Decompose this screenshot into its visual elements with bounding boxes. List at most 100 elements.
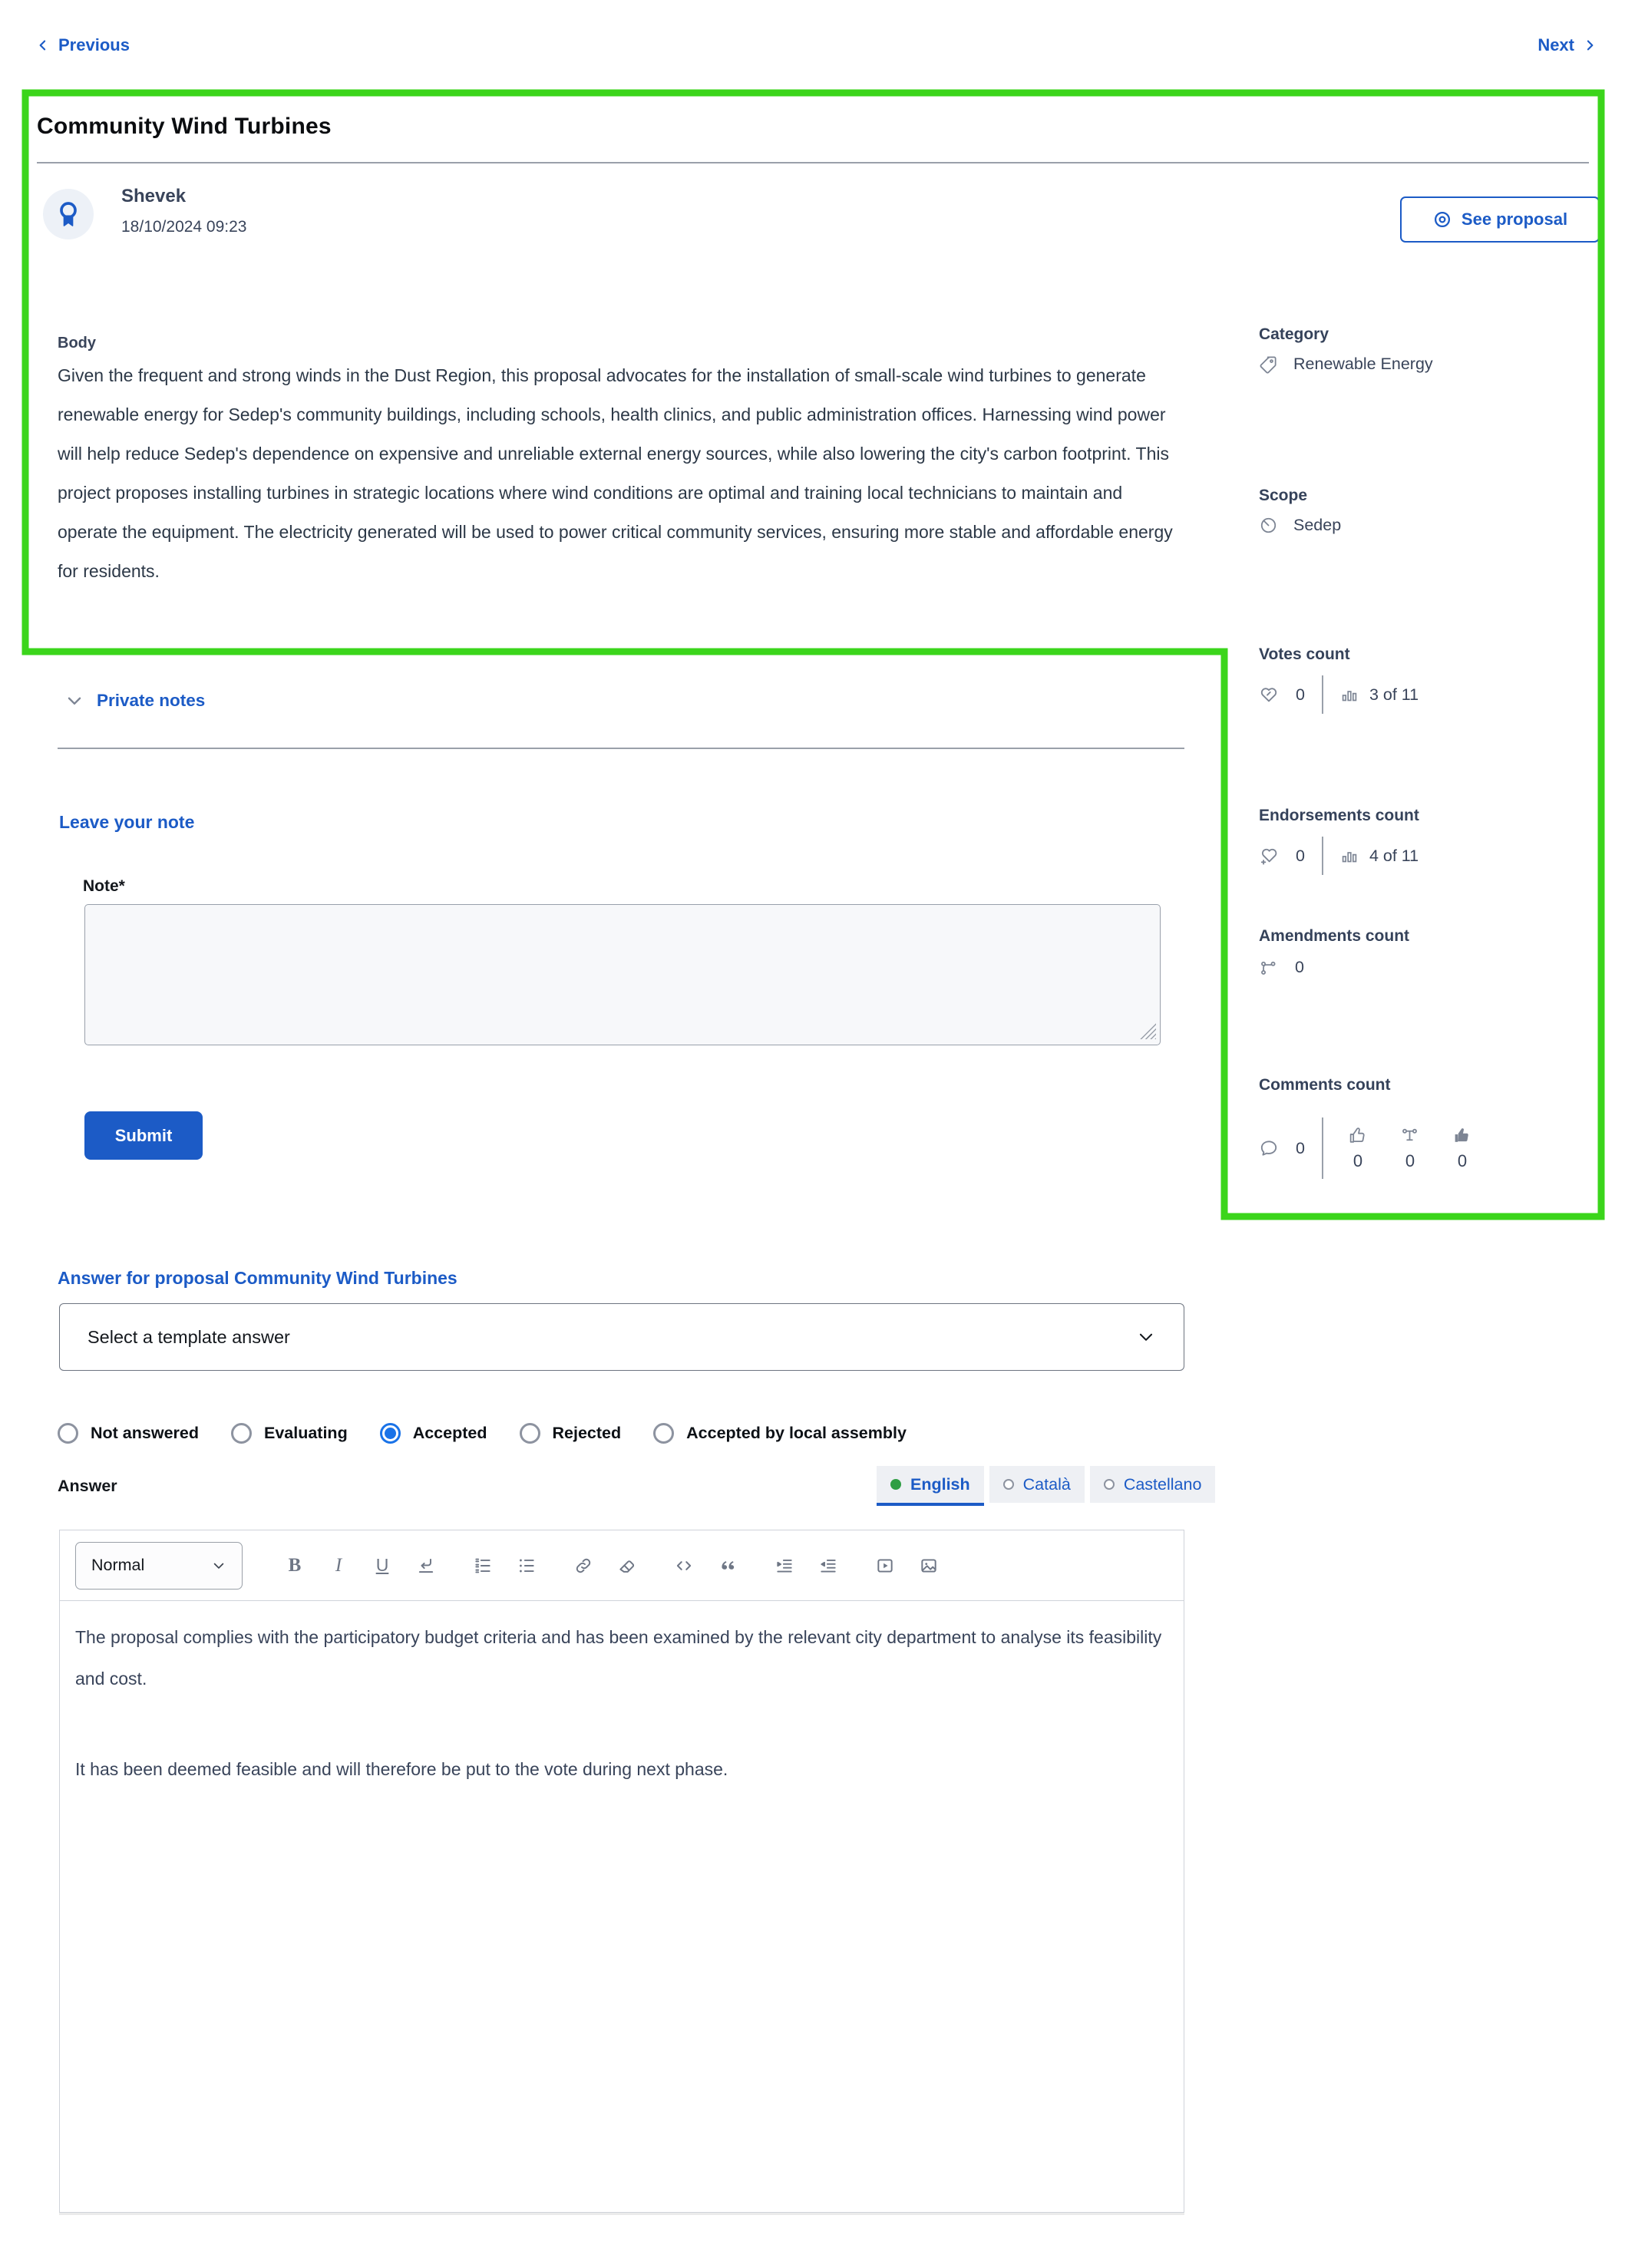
translation-missing-icon [1002,1479,1014,1490]
code-button[interactable] [674,1553,694,1578]
translation-missing-icon [1103,1479,1115,1490]
radio-accepted-by-local-assembly[interactable]: Accepted by local assembly [653,1423,907,1444]
title-divider [37,162,1589,163]
template-answer-placeholder: Select a template answer [88,1326,290,1347]
private-notes-label: Private notes [97,691,206,710]
tab-label: English [910,1474,970,1494]
category-value: Renewable Energy [1293,355,1433,373]
comments-count-row: 0 0 0 0 [1259,1117,1480,1179]
scope-icon [1259,516,1278,535]
next-link[interactable]: Next [1537,35,1597,55]
underline-button[interactable]: U [372,1553,392,1578]
radio-not-answered[interactable]: Not answered [58,1423,199,1444]
radio-icon [519,1423,540,1444]
heart-plus-icon [1259,846,1279,866]
ordered-list-button[interactable] [473,1553,493,1578]
private-notes-toggle[interactable]: Private notes [64,691,205,711]
amendments-count-row: 0 [1259,958,1304,977]
link-button[interactable] [573,1553,593,1578]
note-label: Note* [83,877,125,895]
radio-icon [230,1423,252,1444]
comment-icon [1259,1138,1279,1158]
radio-evaluating[interactable]: Evaluating [230,1423,348,1444]
status-radio-group: Not answered Evaluating Accepted Rejecte… [58,1423,907,1444]
chevron-left-icon [35,38,51,53]
divider [1321,1117,1323,1179]
submit-button[interactable]: Submit [84,1111,203,1160]
thumb-down-icon [1452,1126,1471,1145]
votes-count-label: Votes count [1259,645,1350,663]
git-branch-icon [1259,958,1278,977]
bullet-list-icon [520,1559,534,1572]
radio-selected-icon [379,1423,401,1444]
comments-positive-count: 0 [1353,1151,1363,1170]
line-break-icon [418,1558,434,1573]
radio-accepted[interactable]: Accepted [379,1423,487,1444]
previous-label: Previous [58,35,130,54]
language-tabs: English Català Castellano [877,1466,1216,1506]
indent-increase-button[interactable] [775,1553,794,1578]
indent-increase-icon [777,1559,792,1573]
amendments-count: 0 [1295,958,1304,976]
chevron-down-icon [1136,1327,1156,1347]
format-select[interactable]: Normal [75,1541,243,1590]
comments-neutral-count: 0 [1405,1151,1415,1170]
answer-editor-content[interactable]: The proposal complies with the participa… [60,1601,1184,2207]
answer-paragraph: The proposal complies with the participa… [75,1627,1162,1689]
previous-link[interactable]: Previous [35,35,130,55]
note-input[interactable] [84,904,1161,1045]
scope-label: Scope [1259,487,1308,504]
tag-icon [1259,355,1278,374]
eraser-icon [619,1560,635,1573]
bold-icon: B [288,1554,302,1576]
translation-complete-icon [890,1479,901,1490]
image-button[interactable] [919,1553,939,1578]
video-icon [877,1558,893,1573]
endorsements-ranking: 4 of 11 [1369,846,1419,865]
bar-chart-icon [1340,685,1359,704]
editor-toolbar: Normal B I U [60,1530,1184,1601]
line-break-button[interactable] [416,1553,436,1578]
avatar [43,189,94,239]
blockquote-button[interactable] [718,1553,738,1578]
chevron-down-icon [64,691,84,711]
heart-hand-icon [1259,685,1279,705]
radio-label: Rejected [552,1424,622,1442]
bar-chart-icon [1340,847,1359,865]
tab-english[interactable]: English [877,1466,984,1506]
chevron-right-icon [1582,38,1597,53]
bullet-list-button[interactable] [517,1553,537,1578]
radio-label: Evaluating [263,1424,348,1442]
scope-value: Sedep [1293,516,1342,534]
award-icon [53,199,84,229]
divider [1321,837,1323,875]
category-label: Category [1259,325,1329,343]
template-answer-select[interactable]: Select a template answer [59,1303,1184,1371]
italic-button[interactable]: I [329,1553,348,1578]
endorsements-count-row: 0 4 of 11 [1259,837,1419,875]
image-icon [921,1558,936,1573]
tab-castellano[interactable]: Castellano [1089,1466,1216,1503]
see-proposal-label: See proposal [1461,210,1568,229]
radio-icon [653,1423,675,1444]
comments-negative-count: 0 [1457,1151,1468,1170]
indent-decrease-icon [821,1559,836,1573]
scale-icon [1400,1126,1419,1145]
bold-button[interactable]: B [285,1553,305,1578]
clear-format-button[interactable] [617,1553,637,1578]
italic-icon: I [335,1554,342,1576]
video-button[interactable] [875,1553,895,1578]
ordered-list-icon [475,1558,490,1573]
thumb-up-icon [1348,1126,1367,1145]
author-name: Shevek [121,186,187,206]
eye-icon [1432,210,1452,229]
votes-count-row: 0 3 of 11 [1259,675,1419,714]
see-proposal-button[interactable]: See proposal [1400,196,1600,243]
page-title: Community Wind Turbines [37,114,332,140]
category-value-row: Renewable Energy [1259,355,1433,374]
indent-decrease-button[interactable] [818,1553,838,1578]
radio-rejected[interactable]: Rejected [519,1423,622,1444]
format-value: Normal [91,1556,145,1574]
tab-catala[interactable]: Català [989,1466,1085,1503]
code-icon [676,1560,692,1570]
